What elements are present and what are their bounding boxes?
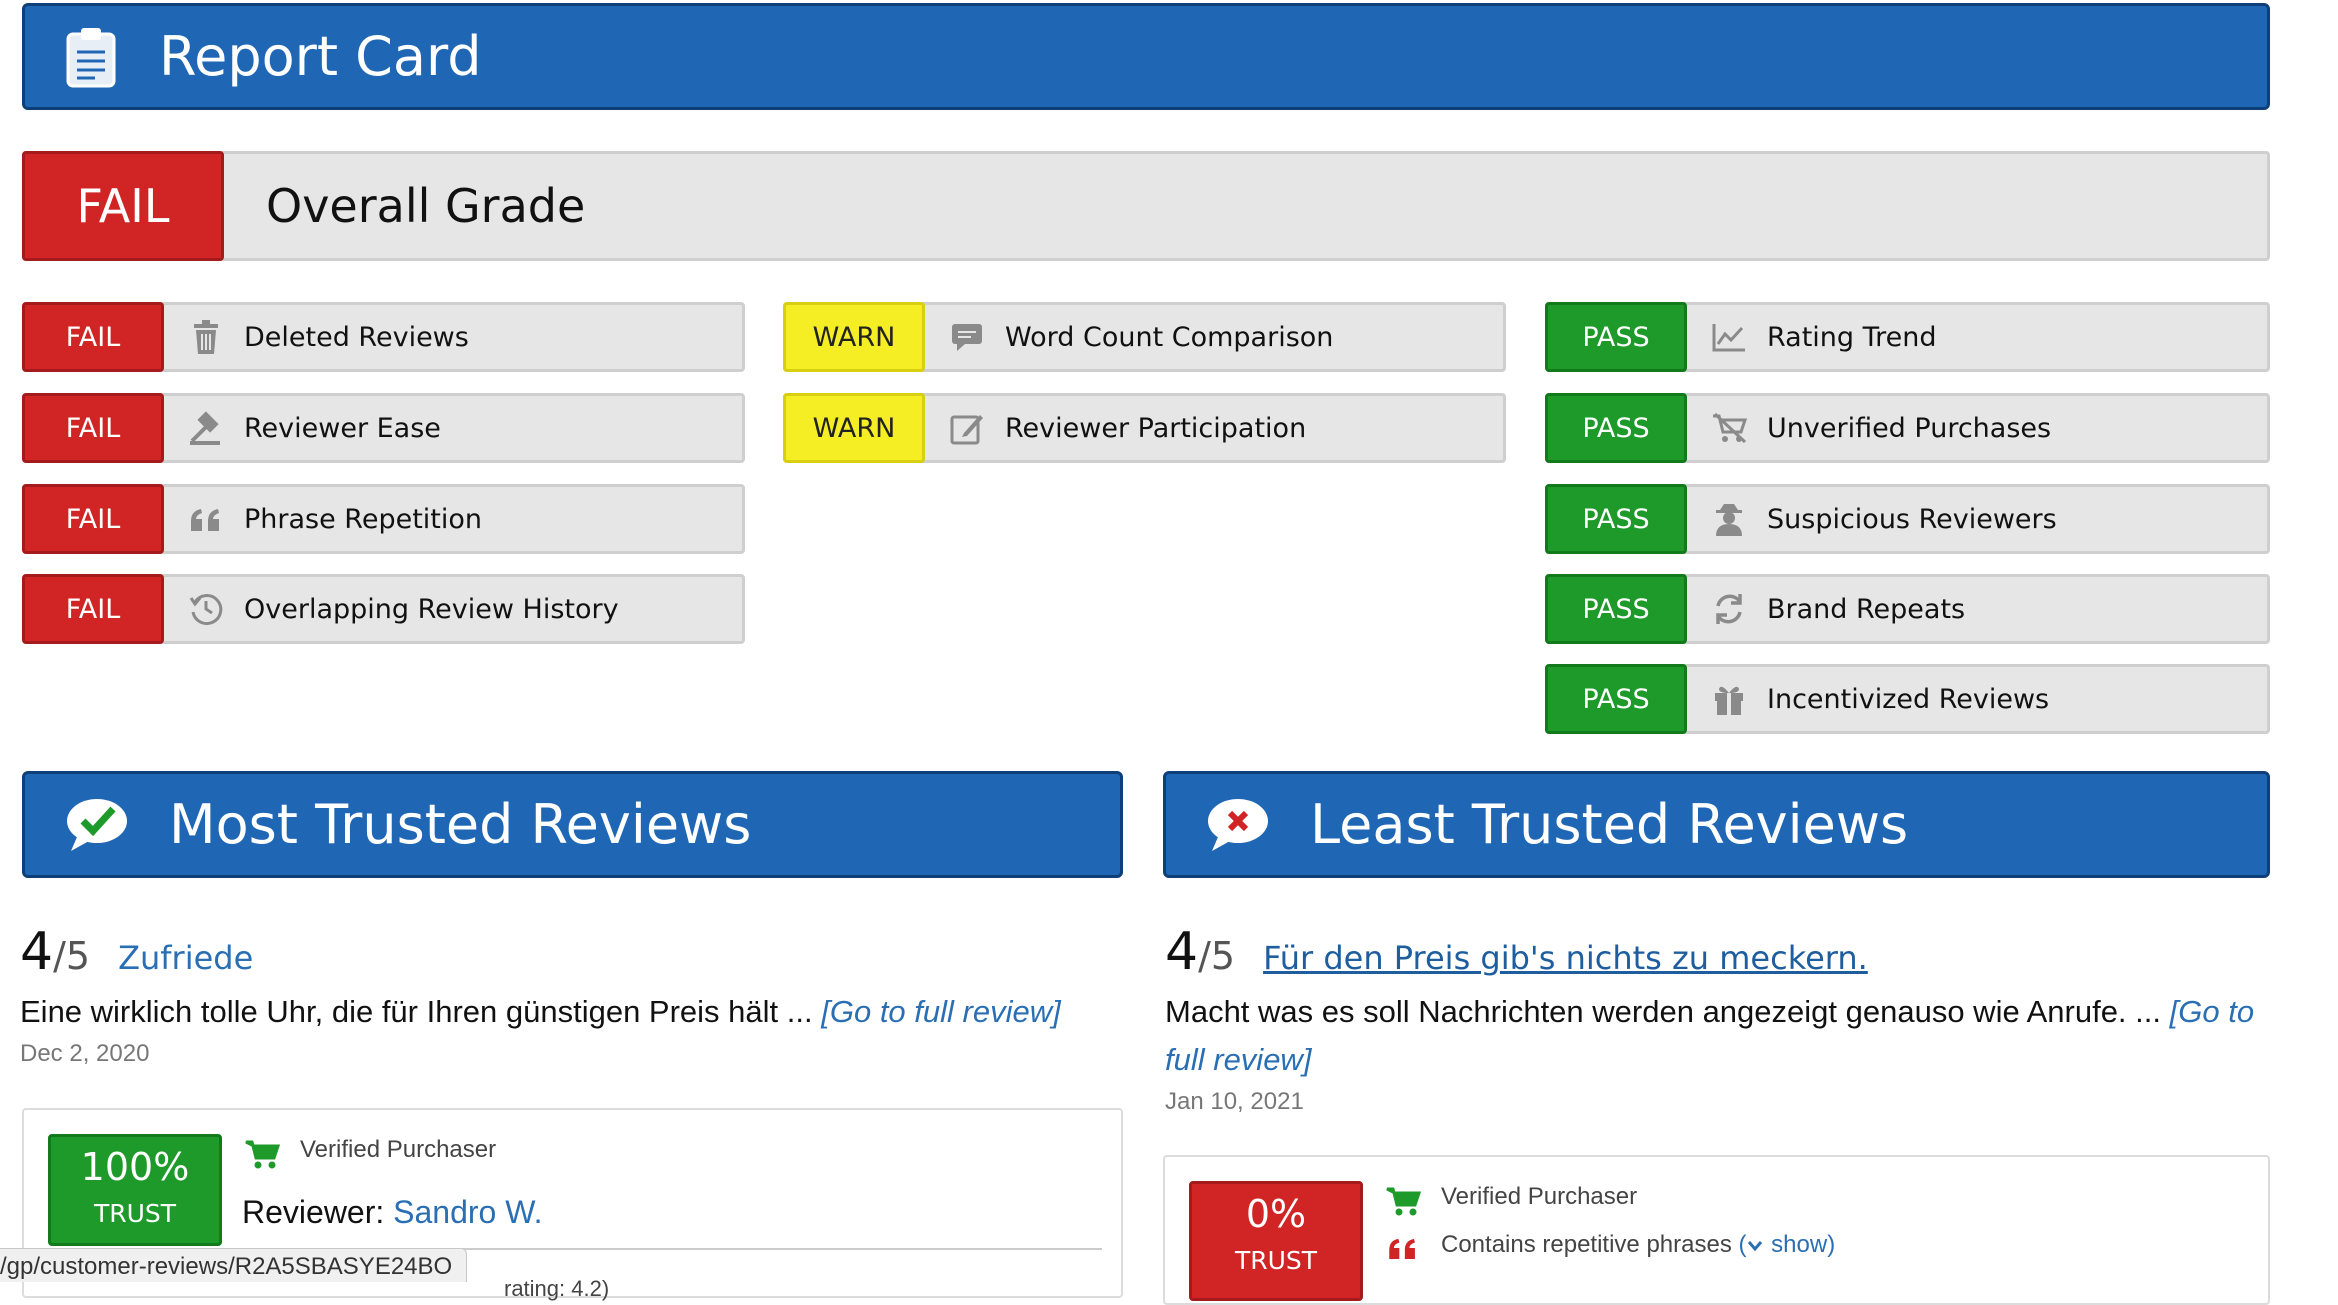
reviewer-name-link[interactable]: Sandro W. xyxy=(393,1194,542,1230)
check-reviewer-participation[interactable]: WARN Reviewer Participation xyxy=(783,393,1506,463)
least-trusted-header: Least Trusted Reviews xyxy=(1163,771,2270,878)
check-label: Incentivized Reviews xyxy=(1767,683,2050,715)
verified-purchaser-label: Verified Purchaser xyxy=(300,1136,497,1163)
cart-icon xyxy=(1385,1185,1422,1222)
check-label: Deleted Reviews xyxy=(244,321,469,353)
overall-grade-label: Overall Grade xyxy=(266,179,586,233)
check-rating-trend[interactable]: PASS Rating Trend xyxy=(1545,302,2270,372)
status-badge: FAIL xyxy=(22,393,164,463)
overall-grade-row: FAIL Overall Grade xyxy=(22,151,2270,261)
review-date: Jan 10, 2021 xyxy=(1165,1088,1304,1115)
check-incentivized-reviews[interactable]: PASS Incentivized Reviews xyxy=(1545,664,2270,734)
overall-grade-badge: FAIL xyxy=(22,151,224,261)
user-secret-icon xyxy=(1711,501,1747,537)
review-rating: 4/5 xyxy=(20,922,91,982)
verified-purchaser-label: Verified Purchaser xyxy=(1441,1183,1638,1210)
line-chart-icon xyxy=(1711,319,1747,355)
status-badge: WARN xyxy=(783,393,925,463)
most-trusted-review: 4/5 Zufriede Eine wirklich tolle Uhr, di… xyxy=(20,922,1130,1068)
chat-x-icon xyxy=(1206,797,1272,853)
partial-rating-text: rating: 4.2) xyxy=(504,1276,610,1301)
edit-icon xyxy=(949,410,985,446)
cart-icon xyxy=(244,1138,281,1175)
check-label: Unverified Purchases xyxy=(1767,412,2052,444)
status-badge: FAIL xyxy=(22,302,164,372)
clipboard-icon xyxy=(65,26,117,88)
status-badge: PASS xyxy=(1545,393,1687,463)
check-reviewer-ease[interactable]: FAIL Reviewer Ease xyxy=(22,393,745,463)
check-overlapping-review-history[interactable]: FAIL Overlapping Review History xyxy=(22,574,745,644)
least-trusted-title: Least Trusted Reviews xyxy=(1310,793,1909,856)
status-bar-url: /gp/customer-reviews/R2A5SBASYE24BO xyxy=(0,1248,468,1282)
check-label: Suspicious Reviewers xyxy=(1767,503,2057,535)
chevron-down-icon xyxy=(1747,1231,1765,1259)
status-badge: FAIL xyxy=(22,574,164,644)
status-badge: WARN xyxy=(783,302,925,372)
most-trusted-title: Most Trusted Reviews xyxy=(169,793,752,856)
review-title-link[interactable]: Zufriede xyxy=(118,939,253,977)
review-title-link[interactable]: Für den Preis gib's nichts zu meckern. xyxy=(1263,939,1868,977)
comment-icon xyxy=(949,319,985,355)
quote-icon xyxy=(1387,1237,1419,1264)
status-badge: PASS xyxy=(1545,574,1687,644)
report-card-header: Report Card xyxy=(22,3,2270,110)
show-toggle[interactable]: ( show) xyxy=(1739,1231,1836,1258)
least-trusted-review: 4/5 Für den Preis gib's nichts zu mecker… xyxy=(1165,922,2275,1116)
gift-icon xyxy=(1711,681,1747,717)
review-rating: 4/5 xyxy=(1165,922,1236,982)
check-label: Reviewer Ease xyxy=(244,412,441,444)
review-excerpt: Eine wirklich tolle Uhr, die für Ihren g… xyxy=(20,994,1061,1029)
status-badge: PASS xyxy=(1545,664,1687,734)
reviewer-card: 0% TRUST Verified Purchaser Contains rep… xyxy=(1163,1155,2270,1305)
check-label: Brand Repeats xyxy=(1767,593,1966,625)
check-word-count-comparison[interactable]: WARN Word Count Comparison xyxy=(783,302,1506,372)
gavel-icon xyxy=(188,410,224,446)
status-badge: FAIL xyxy=(22,484,164,554)
check-suspicious-reviewers[interactable]: PASS Suspicious Reviewers xyxy=(1545,484,2270,554)
cart-crossed-icon xyxy=(1711,410,1747,446)
quote-icon xyxy=(188,501,224,537)
trust-badge: 100% TRUST xyxy=(48,1134,222,1246)
reviewer-line: Reviewer: Sandro W. xyxy=(242,1194,543,1230)
repetitive-phrases-line: Contains repetitive phrases ( show) xyxy=(1441,1231,1836,1258)
full-review-link[interactable]: [Go to full review] xyxy=(821,994,1060,1029)
page-title: Report Card xyxy=(159,25,482,88)
status-badge: PASS xyxy=(1545,302,1687,372)
status-badge: PASS xyxy=(1545,484,1687,554)
trash-icon xyxy=(188,319,224,355)
check-brand-repeats[interactable]: PASS Brand Repeats xyxy=(1545,574,2270,644)
check-phrase-repetition[interactable]: FAIL Phrase Repetition xyxy=(22,484,745,554)
history-icon xyxy=(188,591,224,627)
check-label: Reviewer Participation xyxy=(1005,412,1307,444)
check-label: Phrase Repetition xyxy=(244,503,483,535)
most-trusted-header: Most Trusted Reviews xyxy=(22,771,1123,878)
trust-badge: 0% TRUST xyxy=(1189,1181,1363,1301)
review-excerpt: Macht was es soll Nachrichten werden ang… xyxy=(1165,994,2255,1077)
check-label: Overlapping Review History xyxy=(244,593,619,625)
refresh-icon xyxy=(1711,591,1747,627)
review-date: Dec 2, 2020 xyxy=(20,1040,150,1067)
check-unverified-purchases[interactable]: PASS Unverified Purchases xyxy=(1545,393,2270,463)
check-label: Word Count Comparison xyxy=(1005,321,1334,353)
chat-check-icon xyxy=(65,797,131,853)
check-label: Rating Trend xyxy=(1767,321,1937,353)
check-deleted-reviews[interactable]: FAIL Deleted Reviews xyxy=(22,302,745,372)
